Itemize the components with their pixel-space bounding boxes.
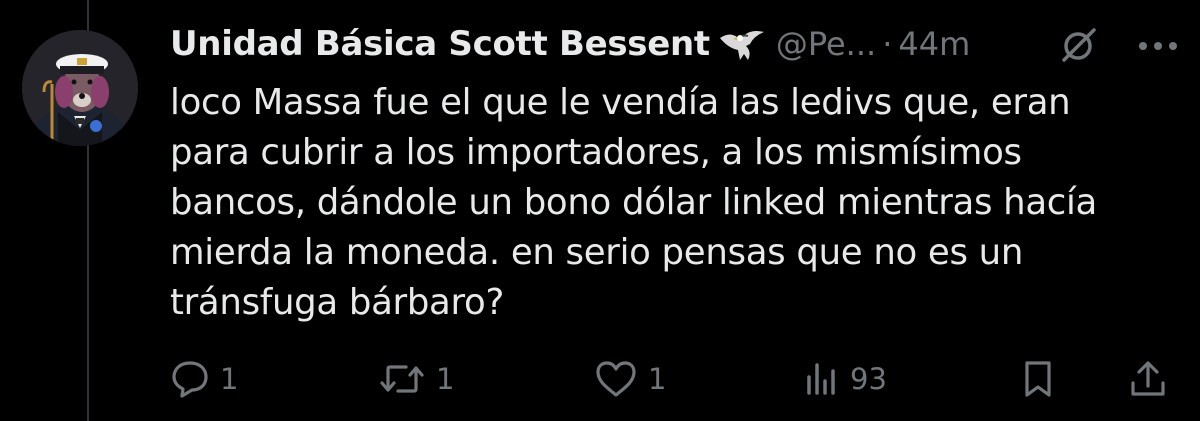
post-text-line: tránsfuga bárbaro? (170, 282, 504, 323)
author-handle[interactable]: @Pe... (776, 25, 876, 63)
grok-icon[interactable] (1058, 26, 1098, 66)
reply-count: 1 (220, 362, 239, 396)
repost-button[interactable]: 1 (378, 356, 454, 402)
more-options-icon[interactable] (1138, 40, 1178, 52)
post-text-line: para cubrir a los importadores, a los mi… (170, 132, 1022, 173)
reply-button[interactable]: 1 (170, 356, 238, 402)
post-header: Unidad Básica Scott Bessent @Pe... · 44m (170, 18, 970, 70)
views-icon (807, 363, 835, 395)
avatar-image (22, 30, 138, 146)
eagle-icon (719, 31, 764, 60)
heart-icon (596, 361, 636, 397)
separator-dot: · (882, 25, 893, 63)
like-count: 1 (648, 362, 667, 396)
post-text-line: loco Massa fue el que le vendía las ledi… (170, 82, 1071, 123)
header-actions (1058, 26, 1178, 66)
share-button[interactable] (1128, 356, 1168, 402)
bookmark-button[interactable] (1020, 356, 1056, 402)
repost-icon (380, 365, 424, 393)
reply-icon (172, 361, 208, 398)
share-icon (1131, 361, 1165, 396)
repost-count: 1 (436, 362, 455, 396)
author-name[interactable]: Unidad Básica Scott Bessent (170, 24, 710, 64)
avatar[interactable] (22, 30, 138, 146)
post-actions: 1 1 1 93 (170, 356, 1170, 402)
views-count: 93 (850, 362, 887, 396)
like-button[interactable]: 1 (594, 356, 666, 402)
bookmark-icon (1025, 361, 1051, 397)
post-text-line: bancos, dándole un bono dólar linked mie… (170, 182, 1098, 223)
post-text: loco Massa fue el que le vendía las ledi… (170, 78, 1170, 328)
views-button[interactable]: 93 (804, 356, 887, 402)
post-text-line: mierda la moneda. en serio pensas que no… (170, 232, 1024, 273)
timestamp[interactable]: 44m (898, 25, 970, 63)
